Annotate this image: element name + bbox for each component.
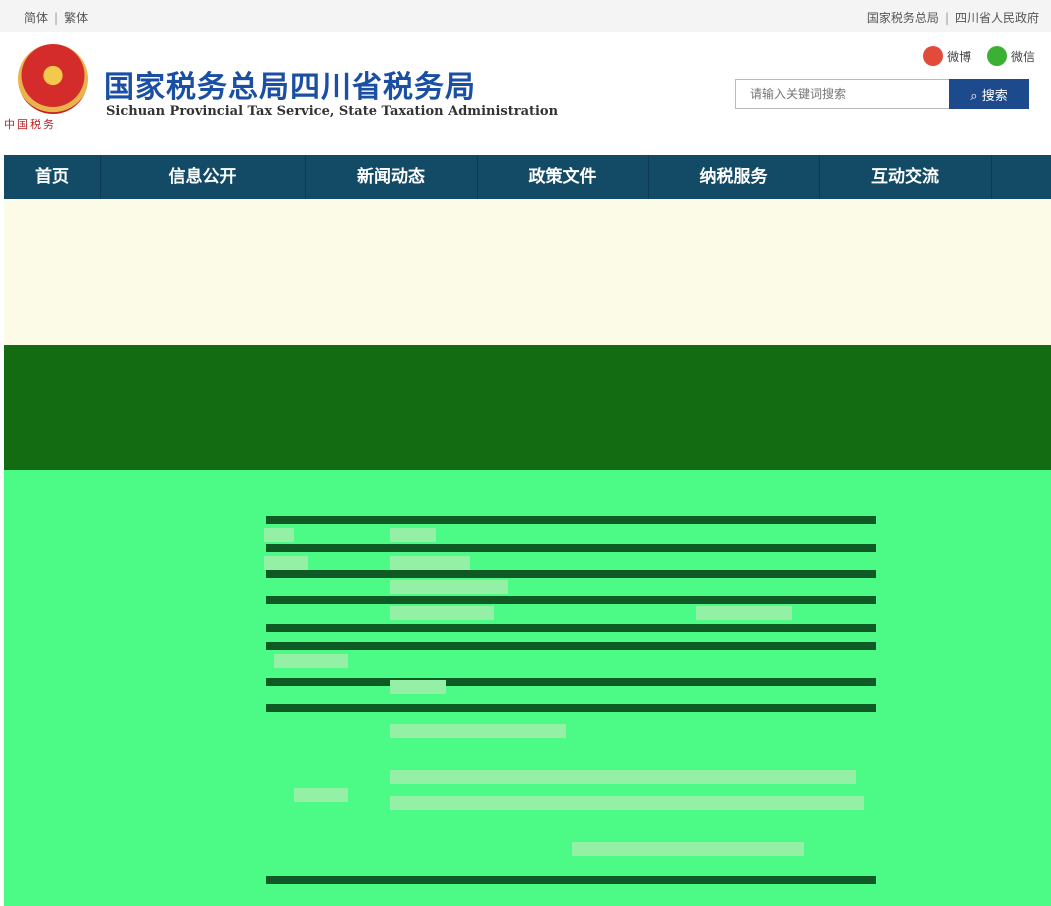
table-cell xyxy=(390,796,864,810)
table-cell xyxy=(390,606,494,620)
table-row-divider xyxy=(266,544,876,552)
table-cell xyxy=(264,528,294,542)
search-box: ⌕ 搜索 xyxy=(735,79,1029,109)
table-cell xyxy=(264,556,308,570)
nav-policy[interactable]: 政策文件 xyxy=(477,155,649,199)
top-bar: 简体 | 繁体 国家税务总局 | 四川省人民政府 xyxy=(0,0,1051,32)
table-row-divider xyxy=(266,876,876,884)
site-header: 中国税务 国家税务总局四川省税务局 Sichuan Provincial Tax… xyxy=(0,32,1051,150)
external-links: 国家税务总局 | 四川省人民政府 xyxy=(867,9,1039,26)
sat-link[interactable]: 国家税务总局 xyxy=(867,11,939,25)
site-subtitle: Sichuan Provincial Tax Service, State Ta… xyxy=(106,104,559,119)
table-cell xyxy=(390,724,566,738)
search-icon: ⌕ xyxy=(970,88,982,104)
nav-news[interactable]: 新闻动态 xyxy=(305,155,478,199)
language-switch: 简体 | 繁体 xyxy=(24,9,88,26)
content-area xyxy=(4,470,1051,906)
search-button-label: 搜索 xyxy=(981,88,1008,104)
table-row-divider xyxy=(266,642,876,650)
nav-tax-service[interactable]: 纳税服务 xyxy=(648,155,820,199)
weibo-link[interactable]: 微博 xyxy=(923,46,971,66)
search-button[interactable]: ⌕ 搜索 xyxy=(949,79,1029,109)
site-title[interactable]: 国家税务总局四川省税务局 xyxy=(104,62,476,106)
weibo-icon xyxy=(923,46,944,66)
table-cell xyxy=(390,770,856,784)
table-row-divider xyxy=(266,516,876,524)
wechat-label: 微信 xyxy=(1010,49,1035,64)
provincial-gov-link[interactable]: 四川省人民政府 xyxy=(955,11,1039,25)
table-row-divider xyxy=(266,678,876,686)
table-cell xyxy=(572,842,804,856)
separator: | xyxy=(54,11,59,25)
nav-home[interactable]: 首页 xyxy=(4,155,101,199)
table-cell xyxy=(696,606,792,620)
wechat-icon xyxy=(986,46,1007,66)
table-cell xyxy=(390,580,508,594)
table-cell xyxy=(390,556,470,570)
tax-emblem-icon xyxy=(18,44,88,114)
nav-interaction[interactable]: 互动交流 xyxy=(819,155,992,199)
table-row-divider xyxy=(266,624,876,632)
table-cell xyxy=(390,528,436,542)
weibo-label: 微博 xyxy=(947,49,972,64)
table-cell xyxy=(294,788,348,802)
emblem-ribbon-text: 中国税务 xyxy=(4,118,56,131)
banner-area xyxy=(4,200,1051,360)
separator: | xyxy=(944,11,949,25)
table-row-divider xyxy=(266,596,876,604)
traditional-link[interactable]: 繁体 xyxy=(64,11,88,25)
social-links: 微博 微信 xyxy=(911,46,1035,69)
table-row-divider xyxy=(266,570,876,578)
nav-info-disclosure[interactable]: 信息公开 xyxy=(100,155,306,199)
search-input[interactable] xyxy=(735,79,957,109)
main-nav: 首页 信息公开 新闻动态 政策文件 纳税服务 互动交流 xyxy=(4,155,1051,199)
table-cell xyxy=(274,654,348,668)
wechat-link[interactable]: 微信 xyxy=(986,46,1035,66)
content-band xyxy=(4,345,1051,470)
table-cell xyxy=(390,680,446,694)
simplified-link[interactable]: 简体 xyxy=(24,11,48,25)
table-row-divider xyxy=(266,704,876,712)
